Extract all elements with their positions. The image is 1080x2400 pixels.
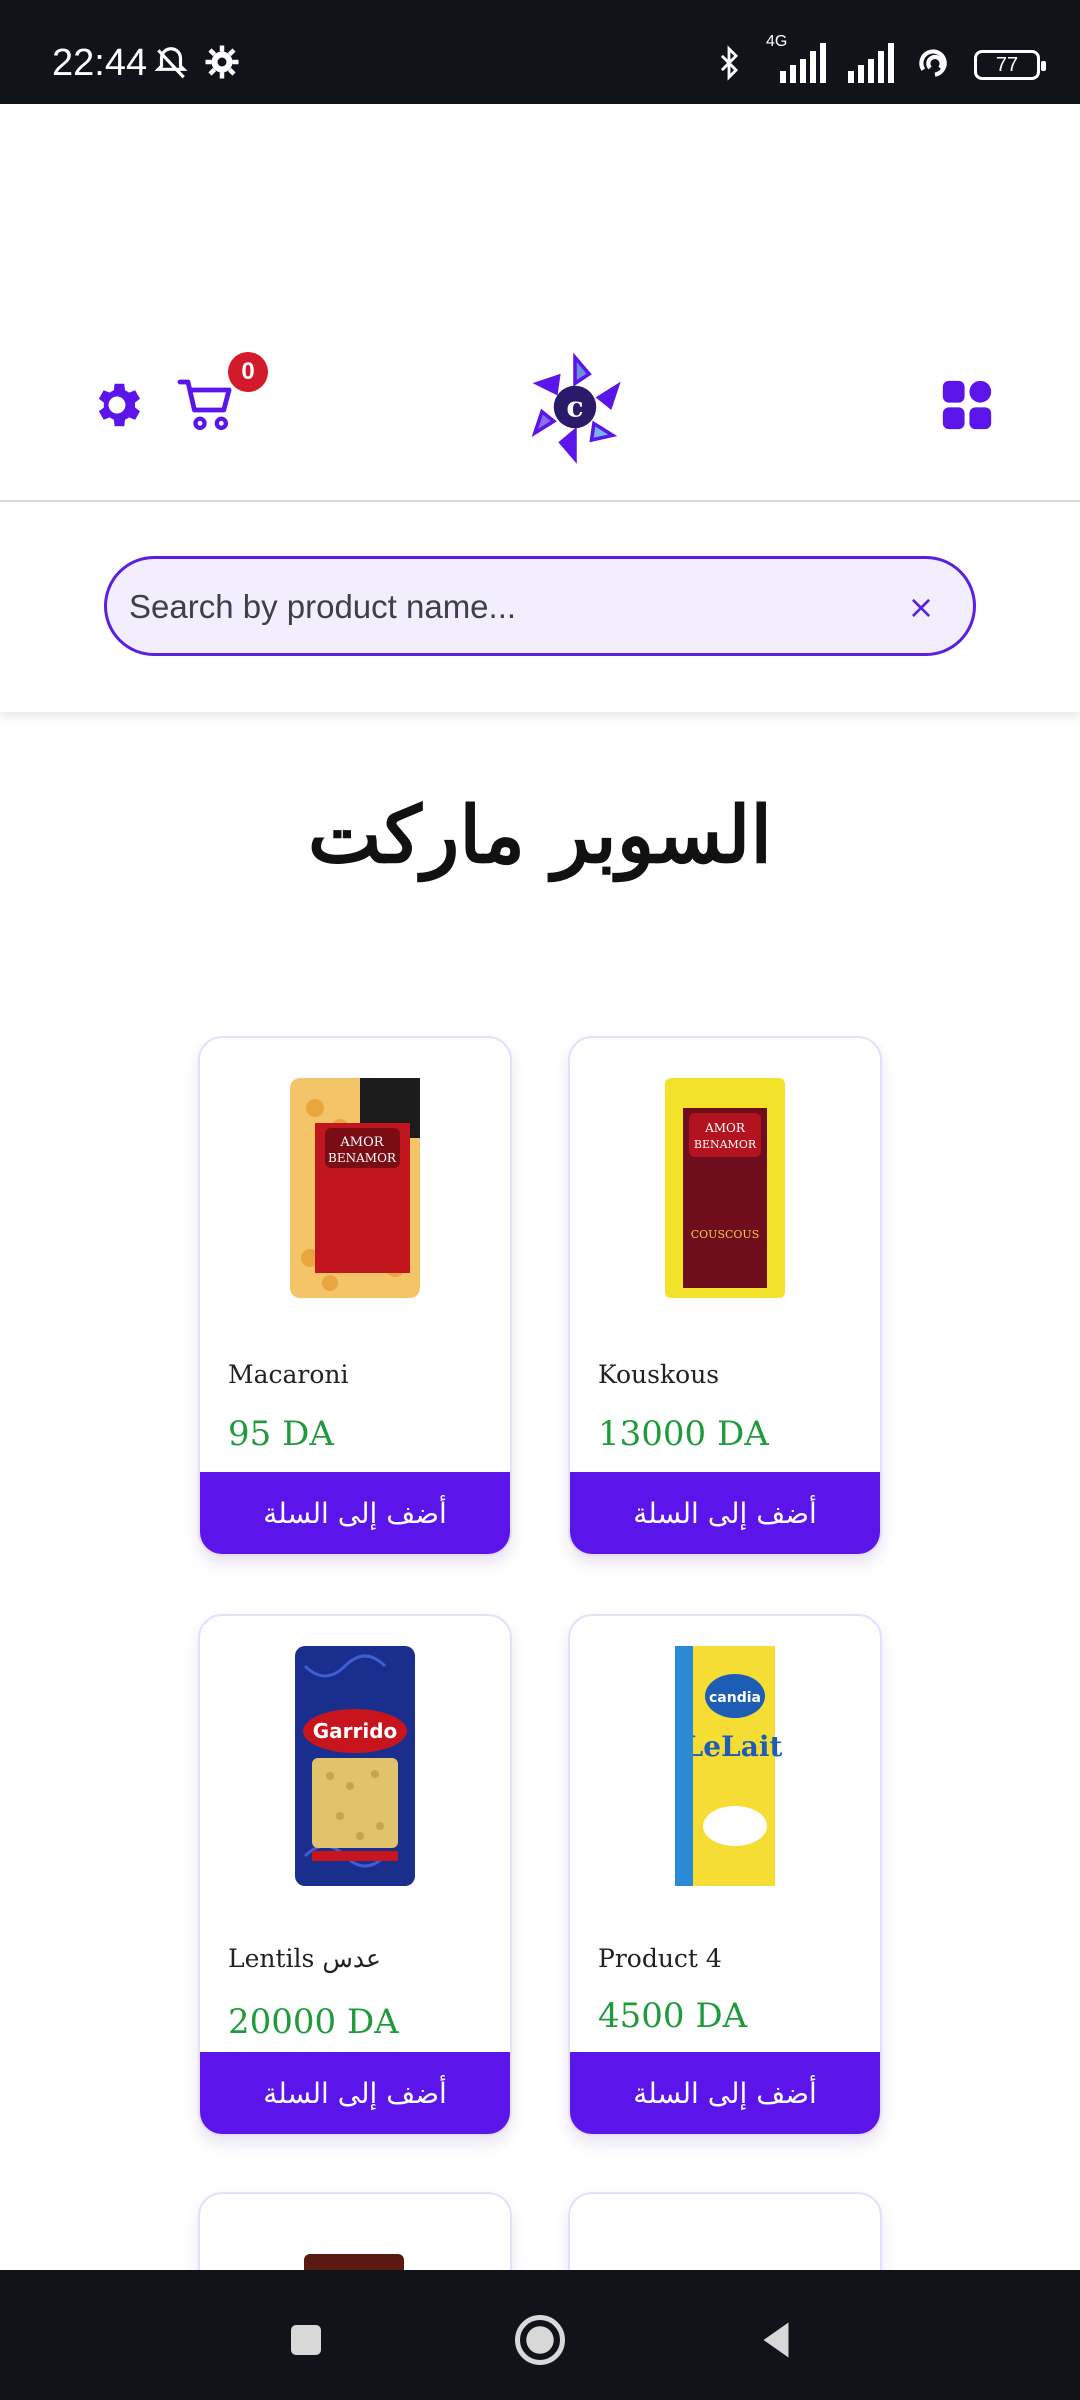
product-image: AMOR BENAMOR (200, 1038, 510, 1338)
svg-text:candia: candia (709, 1690, 761, 1706)
recents-button[interactable] (276, 2310, 336, 2370)
logo: c (516, 348, 634, 466)
settings-icon (98, 383, 140, 427)
page-title: السوبر ماركت (307, 790, 773, 881)
home-button[interactable] (510, 2310, 570, 2370)
product-card: Garrido Lentils عدس 20000 DA أضف إلى الس… (198, 1614, 512, 2136)
product-image: candia LeLait (570, 1616, 880, 1916)
square-icon (291, 2325, 321, 2355)
signal-icon: 4G (764, 33, 830, 87)
gear-icon (204, 44, 240, 84)
svg-text:Garrido: Garrido (313, 1719, 398, 1743)
back-button[interactable] (746, 2310, 806, 2370)
cart-count-badge: 0 (228, 352, 268, 392)
search-input[interactable] (129, 581, 889, 633)
clear-search-button[interactable]: × (905, 591, 937, 623)
cart-icon (177, 379, 232, 430)
back-triangle-icon (763, 2322, 789, 2358)
svg-text:BENAMOR: BENAMOR (328, 1151, 397, 1165)
hotspot-icon (914, 43, 956, 87)
product-image: AMOR BENAMOR COUSCOUS (570, 1038, 880, 1338)
svg-text:LeLait: LeLait (684, 1730, 783, 1763)
product-name: Kouskous (598, 1360, 720, 1389)
product-price: 4500 DA (598, 1996, 748, 2036)
product-price: 95 DA (228, 1414, 334, 1454)
product-price: 13000 DA (598, 1414, 769, 1454)
settings-button[interactable] (88, 376, 150, 438)
search-area: × (0, 504, 1080, 712)
add-to-cart-button[interactable]: أضف إلى السلة (200, 1472, 510, 1554)
grid-icon (942, 380, 992, 430)
network-type: 4G (766, 33, 788, 50)
svg-text:AMOR: AMOR (339, 1135, 384, 1150)
home-circle-icon (515, 2315, 565, 2365)
system-nav-bar (0, 2270, 1080, 2400)
status-bar: 22:44 4G 77 (0, 0, 1080, 104)
battery-icon: 77 (974, 50, 1046, 80)
bell-off-icon (152, 44, 190, 86)
search-box: × (104, 556, 976, 656)
product-name: Lentils عدس (228, 1944, 381, 1973)
status-icons: 4G 77 (712, 33, 1046, 90)
add-to-cart-button[interactable]: أضف إلى السلة (200, 2052, 510, 2134)
product-image: Garrido (200, 1616, 510, 1916)
categories-grid-button[interactable] (938, 376, 996, 434)
bluetooth-icon (712, 43, 746, 87)
product-name: Product 4 (598, 1944, 722, 1973)
product-card: AMOR BENAMOR Macaroni 95 DA أضف إلى السل… (198, 1036, 512, 1556)
product-card: candia LeLait Product 4 4500 DA أضف إلى … (568, 1614, 882, 2136)
svg-text:BENAMOR: BENAMOR (694, 1138, 757, 1151)
signal-icon (848, 43, 896, 87)
product-card: AMOR BENAMOR COUSCOUS Kouskous 13000 DA … (568, 1036, 882, 1556)
product-name: Macaroni (228, 1360, 349, 1389)
status-time: 22:44 (52, 42, 148, 84)
svg-text:c: c (566, 389, 583, 423)
add-to-cart-button[interactable]: أضف إلى السلة (570, 2052, 880, 2134)
product-price: 20000 DA (228, 2002, 399, 2042)
cart-button[interactable] (176, 374, 240, 438)
svg-text:AMOR: AMOR (704, 1121, 746, 1135)
add-to-cart-button[interactable]: أضف إلى السلة (570, 1472, 880, 1554)
svg-text:COUSCOUS: COUSCOUS (691, 1228, 759, 1241)
